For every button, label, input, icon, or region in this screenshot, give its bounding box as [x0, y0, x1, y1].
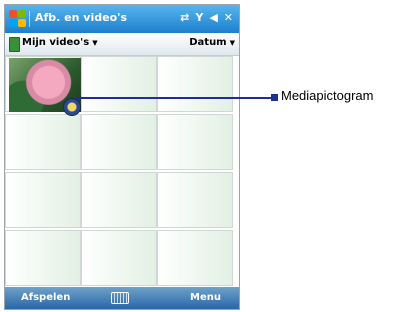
grid-cell[interactable] — [81, 230, 157, 286]
windows-start-icon[interactable] — [9, 10, 27, 28]
close-icon[interactable]: ✕ — [224, 11, 233, 24]
folder-label: Mijn video's — [22, 37, 90, 48]
grid-cell[interactable] — [5, 114, 81, 170]
folder-dropdown[interactable]: Mijn video's ▼ — [22, 37, 98, 48]
volume-icon[interactable]: ◀ — [209, 11, 217, 24]
signal-icon[interactable]: Y — [195, 11, 203, 24]
grid-cell[interactable] — [81, 56, 157, 112]
menu-softkey[interactable]: Menu — [190, 292, 221, 303]
folder-icon — [9, 37, 20, 52]
grid-cell[interactable] — [81, 172, 157, 228]
title-separator — [29, 11, 30, 27]
callout-line — [76, 97, 272, 99]
status-icons: ⇄ Y ◀ ✕ — [180, 11, 233, 24]
grid-cell[interactable] — [157, 56, 233, 112]
chevron-down-icon: ▼ — [92, 39, 98, 47]
keyboard-icon[interactable] — [111, 292, 129, 304]
toolbar: Mijn video's ▼ Datum ▼ — [5, 33, 239, 56]
chevron-down-icon: ▼ — [229, 39, 235, 47]
media-icon — [63, 98, 81, 116]
callout-marker — [271, 94, 278, 101]
callout-label: Mediapictogram — [281, 88, 374, 103]
title-bar: Afb. en video's ⇄ Y ◀ ✕ — [5, 5, 239, 33]
grid-cell[interactable] — [157, 172, 233, 228]
app-title: Afb. en video's — [35, 11, 128, 24]
softkey-bar: Afspelen Menu — [5, 287, 239, 309]
sort-label: Datum — [189, 37, 227, 48]
thumbnail-grid — [5, 56, 237, 288]
grid-cell[interactable] — [81, 114, 157, 170]
grid-cell[interactable] — [5, 230, 81, 286]
sort-dropdown[interactable]: Datum ▼ — [189, 37, 235, 48]
play-softkey[interactable]: Afspelen — [21, 292, 70, 303]
grid-cell[interactable] — [5, 172, 81, 228]
grid-cell[interactable] — [157, 114, 233, 170]
grid-cell[interactable] — [157, 230, 233, 286]
sync-icon[interactable]: ⇄ — [180, 11, 189, 24]
device-screen: Afb. en video's ⇄ Y ◀ ✕ Mijn video's ▼ Da… — [4, 4, 240, 310]
